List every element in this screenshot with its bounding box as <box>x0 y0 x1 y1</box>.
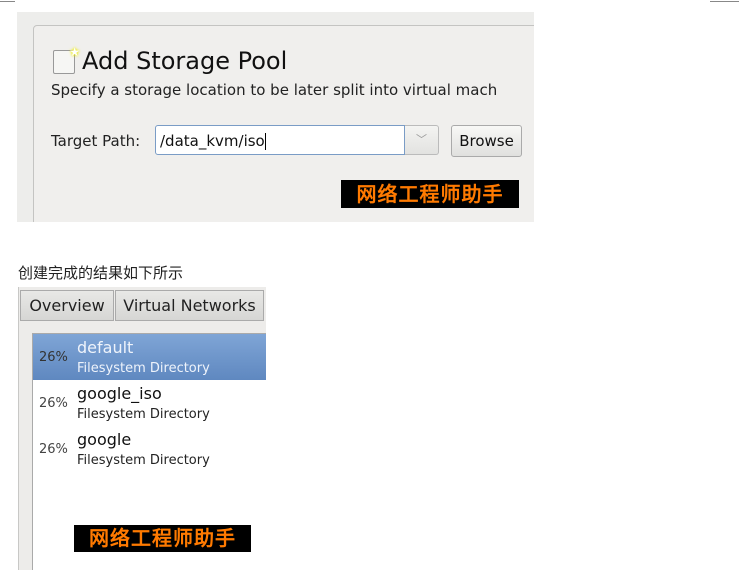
new-storage-icon: ★ <box>53 45 80 74</box>
pool-usage: 26% <box>39 396 68 411</box>
target-path-label: Target Path: <box>51 132 141 150</box>
pool-name: default <box>77 338 134 357</box>
pool-name: google_iso <box>77 384 162 403</box>
tab-virtual-networks[interactable]: Virtual Networks <box>115 290 264 321</box>
add-storage-pool-screenshot: ★ Add Storage Pool Specify a storage loc… <box>17 12 534 222</box>
list-item[interactable]: 26% google Filesystem Directory <box>33 426 266 472</box>
watermark: 网络工程师助手 <box>74 525 251 552</box>
browse-button[interactable]: Browse <box>451 125 522 157</box>
chevron-down-icon[interactable]: ﹀ <box>405 125 439 155</box>
pool-name: google <box>77 430 132 449</box>
pool-type: Filesystem Directory <box>77 407 210 422</box>
target-path-value: /data_kvm/iso <box>160 132 265 150</box>
watermark: 网络工程师助手 <box>341 180 519 208</box>
pool-type: Filesystem Directory <box>77 453 210 468</box>
tab-overview[interactable]: Overview <box>20 290 114 321</box>
pool-usage: 26% <box>39 442 68 457</box>
storage-manager-screenshot: Overview Virtual Networks 26% default Fi… <box>18 287 266 570</box>
target-path-input[interactable]: /data_kvm/iso <box>155 125 405 155</box>
dialog-subtitle: Specify a storage location to be later s… <box>51 81 498 99</box>
list-item[interactable]: 26% default Filesystem Directory <box>33 334 266 380</box>
divider <box>0 1 15 2</box>
list-item[interactable]: 26% google_iso Filesystem Directory <box>33 380 266 426</box>
caption: 创建完成的结果如下所示 <box>18 264 184 282</box>
divider <box>710 1 739 2</box>
pool-usage: 26% <box>39 350 68 365</box>
pool-type: Filesystem Directory <box>77 361 210 376</box>
dialog-title: Add Storage Pool <box>82 47 288 75</box>
